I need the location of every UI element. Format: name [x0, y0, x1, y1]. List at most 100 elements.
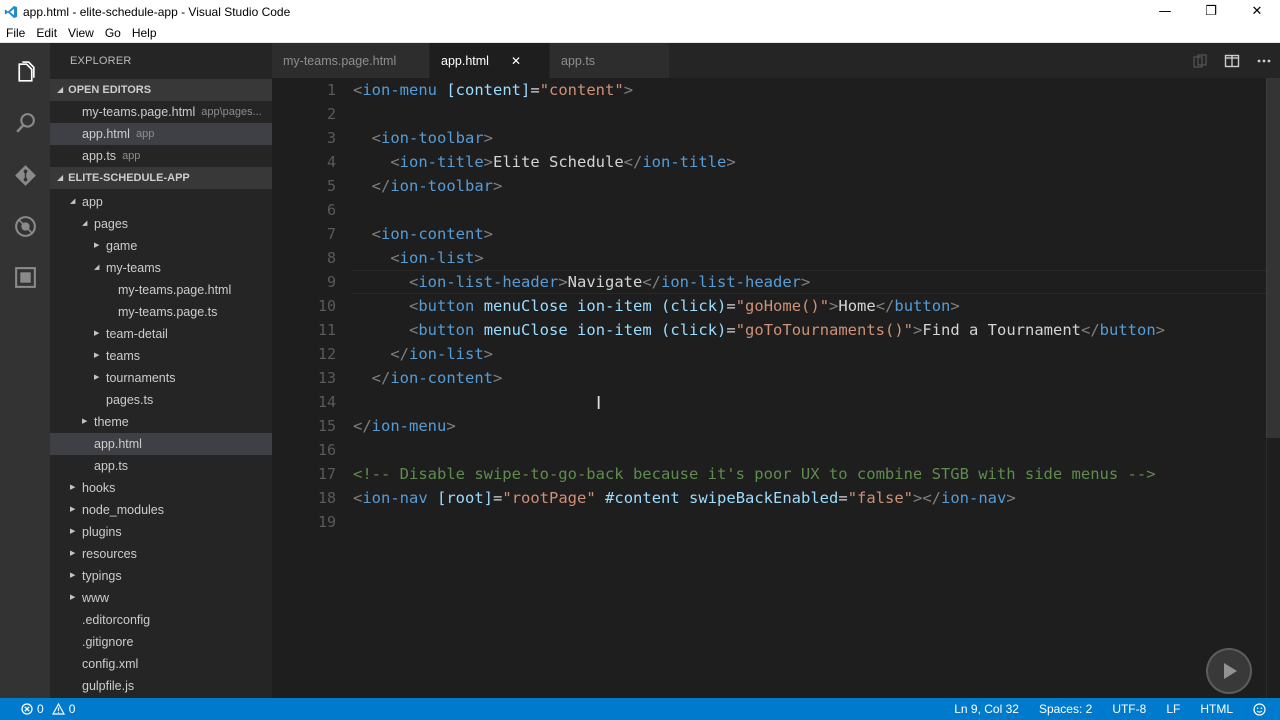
code-token: button	[1099, 321, 1156, 339]
code-editor[interactable]: 1 2 3 4 5 6 7 8 9 10 11 12 13 14 15 16 17 18 19 <ion-menu …	[272, 78, 1280, 698]
tree-label: .gitignore	[82, 635, 134, 649]
code-token: ion-list-header	[661, 273, 801, 291]
debug-icon[interactable]	[13, 214, 38, 239]
tree-item-node-modules[interactable]: ▶ node_modules	[50, 499, 272, 521]
code-line: <ion-list>	[353, 246, 483, 270]
close-window-button[interactable]: ✕	[1234, 0, 1280, 23]
open-changes-icon	[1193, 53, 1207, 68]
project-header[interactable]: ◢ ELITE-SCHEDULE-APP	[50, 167, 272, 189]
tree-item-app-html[interactable]: app.html	[50, 433, 272, 455]
close-icon[interactable]: ✕	[511, 54, 521, 68]
code-token: </	[371, 369, 391, 387]
code-token: >	[483, 129, 494, 147]
tree-item-teams[interactable]: ▶ teams	[50, 345, 272, 367]
tree-label: resources	[82, 547, 137, 561]
source-control-icon[interactable]	[13, 163, 38, 188]
tree-item-pages-ts[interactable]: pages.ts	[50, 389, 272, 411]
open-editor-name: my-teams.page.html	[82, 105, 196, 119]
tree-item-gitignore[interactable]: .gitignore	[50, 631, 272, 653]
menu-help[interactable]: Help	[126, 26, 162, 40]
line-number: 7	[326, 225, 336, 243]
tree-item-my-teams[interactable]: ◢ my-teams	[50, 257, 272, 279]
open-changes-button[interactable]	[1184, 43, 1216, 78]
feedback-icon[interactable]	[1253, 702, 1266, 716]
chevron-right-icon: ▶	[82, 418, 88, 425]
tree-item-team-detail[interactable]: ▶ team-detail	[50, 323, 272, 345]
vertical-scrollbar[interactable]	[1266, 78, 1280, 698]
tree-label: pages.ts	[106, 393, 154, 407]
tree-item-config-xml[interactable]: config.xml	[50, 653, 272, 675]
code-token: ion-menu	[362, 81, 437, 99]
menu-edit[interactable]: Edit	[30, 26, 62, 40]
code-token: =	[530, 81, 540, 99]
tab-app-ts[interactable]: app.ts	[550, 43, 670, 78]
tree-item-typings[interactable]: ▶ typings	[50, 565, 272, 587]
maximize-button[interactable]: ❐	[1188, 0, 1234, 23]
chevron-right-icon: ▶	[94, 330, 100, 337]
tree-item-my-teams-page-html[interactable]: my-teams.page.html	[50, 279, 272, 301]
tab-app-html[interactable]: app.html ✕	[430, 43, 550, 78]
code-token: ></	[913, 489, 942, 507]
code-token: </	[875, 297, 895, 315]
open-editors-header[interactable]: ◢ OPEN EDITORS	[50, 79, 272, 101]
code-token: ion-title	[642, 153, 727, 171]
code-token: >	[623, 81, 634, 99]
menu-file[interactable]: File	[0, 26, 30, 40]
tree-item-app-ts[interactable]: app.ts	[50, 455, 272, 477]
tab-label: app.ts	[561, 53, 596, 68]
chevron-right-icon: ▶	[70, 572, 76, 579]
tree-item-resources[interactable]: ▶ resources	[50, 543, 272, 565]
code-token: <	[390, 153, 400, 171]
tree-label: pages	[94, 217, 129, 231]
language-mode[interactable]: HTML	[1200, 702, 1233, 716]
warning-count: 0	[68, 702, 76, 716]
menu-go[interactable]: Go	[99, 26, 126, 40]
code-token: ion-item	[577, 321, 652, 339]
tree-item-app[interactable]: ◢ app	[50, 191, 272, 213]
scrollbar-thumb[interactable]	[1266, 78, 1280, 438]
tree-item-gulpfile[interactable]: gulpfile.js	[50, 675, 272, 697]
menu-view[interactable]: View	[62, 26, 99, 40]
tree-item-my-teams-page-ts[interactable]: my-teams.page.ts	[50, 301, 272, 323]
code-token: <	[353, 81, 363, 99]
problems-indicator[interactable]: 0 0	[0, 702, 75, 716]
tree-item-hooks[interactable]: ▶ hooks	[50, 477, 272, 499]
code-token: <	[390, 249, 400, 267]
more-actions-button[interactable]	[1248, 43, 1280, 78]
minimize-button[interactable]: —	[1142, 0, 1188, 23]
indentation[interactable]: Spaces: 2	[1039, 702, 1092, 716]
end-of-line[interactable]: LF	[1166, 702, 1180, 716]
open-editor-item[interactable]: my-teams.page.html app\pages...	[50, 101, 272, 123]
tree-item-www[interactable]: ▶ www	[50, 587, 272, 609]
tab-my-teams-page-html[interactable]: my-teams.page.html	[272, 43, 430, 78]
open-editor-name: app.html	[82, 127, 130, 141]
code-token: "content"	[539, 81, 624, 99]
code-token: Navigate	[567, 273, 643, 291]
tree-item-plugins[interactable]: ▶ plugins	[50, 521, 272, 543]
tree-item-editorconfig[interactable]: .editorconfig	[50, 609, 272, 631]
play-overlay-button[interactable]	[1206, 648, 1252, 694]
tree-item-tournaments[interactable]: ▶ tournaments	[50, 367, 272, 389]
open-editor-item[interactable]: app.ts app	[50, 145, 272, 167]
cursor-position[interactable]: Ln 9, Col 32	[954, 702, 1019, 716]
split-editor-button[interactable]	[1216, 43, 1248, 78]
open-editor-item-active[interactable]: app.html app	[50, 123, 272, 145]
tree-item-pages[interactable]: ◢ pages	[50, 213, 272, 235]
code-line: <ion-toolbar>	[353, 126, 493, 150]
search-icon[interactable]	[13, 111, 38, 136]
code-token: <	[409, 321, 419, 339]
files-icon[interactable]	[13, 60, 38, 85]
extensions-icon[interactable]	[13, 265, 38, 290]
chevron-right-icon: ▶	[70, 594, 76, 601]
tree-item-game[interactable]: ▶ game	[50, 235, 272, 257]
tree-label: my-teams.page.html	[118, 283, 232, 297]
encoding[interactable]: UTF-8	[1112, 702, 1146, 716]
tree-item-theme[interactable]: ▶ theme	[50, 411, 272, 433]
